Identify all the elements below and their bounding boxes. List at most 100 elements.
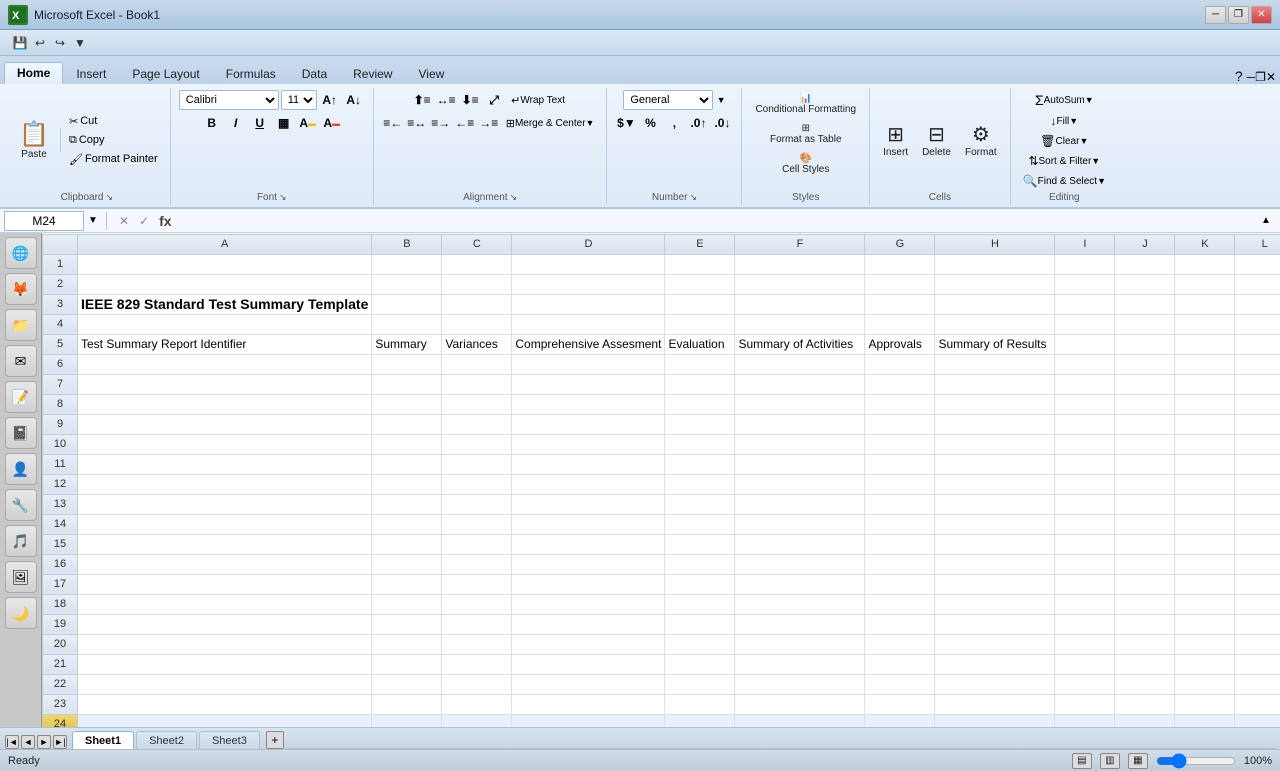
- cell-H19[interactable]: [935, 614, 1055, 634]
- cell-E6[interactable]: [665, 354, 735, 374]
- formula-bar-expand-button[interactable]: ▲: [1256, 211, 1276, 231]
- cell-C8[interactable]: [442, 394, 512, 414]
- cell-K24[interactable]: [1175, 714, 1235, 727]
- cell-G12[interactable]: [865, 474, 935, 494]
- cell-J10[interactable]: [1115, 434, 1175, 454]
- row-header-1[interactable]: 1: [43, 254, 78, 274]
- cell-A16[interactable]: [78, 554, 372, 574]
- cell-L10[interactable]: [1235, 434, 1280, 454]
- cell-K15[interactable]: [1175, 534, 1235, 554]
- align-middle-button[interactable]: ↔≡: [435, 90, 457, 110]
- tab-page-layout[interactable]: Page Layout: [119, 62, 212, 84]
- cell-E23[interactable]: [665, 694, 735, 714]
- row-header-16[interactable]: 16: [43, 554, 78, 574]
- cell-D13[interactable]: [512, 494, 665, 514]
- number-format-dropdown[interactable]: ▼: [717, 95, 726, 105]
- col-header-I[interactable]: I: [1055, 234, 1115, 254]
- cell-H14[interactable]: [935, 514, 1055, 534]
- col-header-A[interactable]: A: [78, 234, 372, 254]
- next-sheet-button[interactable]: ►: [37, 735, 51, 749]
- cell-C1[interactable]: [442, 254, 512, 274]
- cell-H2[interactable]: [935, 274, 1055, 294]
- cell-K18[interactable]: [1175, 594, 1235, 614]
- cell-H21[interactable]: [935, 654, 1055, 674]
- format-table-button[interactable]: ⊞ Format as Table: [765, 120, 847, 148]
- cell-B5[interactable]: Summary: [372, 334, 442, 354]
- cell-B13[interactable]: [372, 494, 442, 514]
- number-expand-icon[interactable]: ↘: [689, 192, 697, 203]
- cell-D22[interactable]: [512, 674, 665, 694]
- select-all-button[interactable]: [43, 234, 78, 254]
- cell-D24[interactable]: [512, 714, 665, 727]
- cell-L20[interactable]: [1235, 634, 1280, 654]
- cell-F19[interactable]: [735, 614, 865, 634]
- cell-B3[interactable]: [372, 294, 442, 314]
- clear-button[interactable]: 🗑 Clear ▼: [1036, 132, 1092, 150]
- col-header-E[interactable]: E: [665, 234, 735, 254]
- cell-A6[interactable]: [78, 354, 372, 374]
- cell-D23[interactable]: [512, 694, 665, 714]
- cell-G11[interactable]: [865, 454, 935, 474]
- cell-D19[interactable]: [512, 614, 665, 634]
- cell-E22[interactable]: [665, 674, 735, 694]
- cell-H23[interactable]: [935, 694, 1055, 714]
- cell-I22[interactable]: [1055, 674, 1115, 694]
- paste-button[interactable]: 📋 Paste: [12, 117, 56, 163]
- cell-I14[interactable]: [1055, 514, 1115, 534]
- cell-L11[interactable]: [1235, 454, 1280, 474]
- ribbon-restore-button[interactable]: ❐: [1255, 70, 1266, 84]
- cell-B23[interactable]: [372, 694, 442, 714]
- col-header-L[interactable]: L: [1235, 234, 1280, 254]
- cell-J2[interactable]: [1115, 274, 1175, 294]
- page-break-view-button[interactable]: ▦: [1128, 753, 1148, 769]
- cell-B14[interactable]: [372, 514, 442, 534]
- cell-F5[interactable]: Summary of Activities: [735, 334, 865, 354]
- cell-A17[interactable]: [78, 574, 372, 594]
- cell-I10[interactable]: [1055, 434, 1115, 454]
- cell-A22[interactable]: [78, 674, 372, 694]
- row-header-13[interactable]: 13: [43, 494, 78, 514]
- row-header-3[interactable]: 3: [43, 294, 78, 314]
- cell-styles-button[interactable]: 🎨 Cell Styles: [777, 150, 834, 178]
- italic-button[interactable]: I: [225, 113, 247, 133]
- cell-C24[interactable]: [442, 714, 512, 727]
- cell-H22[interactable]: [935, 674, 1055, 694]
- sheet-tab-2[interactable]: Sheet2: [136, 731, 197, 749]
- row-header-7[interactable]: 7: [43, 374, 78, 394]
- sort-dropdown[interactable]: ▼: [1091, 156, 1100, 166]
- cell-H15[interactable]: [935, 534, 1055, 554]
- cell-H18[interactable]: [935, 594, 1055, 614]
- cell-C11[interactable]: [442, 454, 512, 474]
- cell-I3[interactable]: [1055, 294, 1115, 314]
- cell-B18[interactable]: [372, 594, 442, 614]
- cell-K17[interactable]: [1175, 574, 1235, 594]
- font-name-select[interactable]: Calibri: [179, 90, 279, 110]
- cell-B15[interactable]: [372, 534, 442, 554]
- wrap-text-button[interactable]: ↵ Wrap Text: [507, 92, 569, 109]
- cell-L1[interactable]: [1235, 254, 1280, 274]
- row-header-21[interactable]: 21: [43, 654, 78, 674]
- cell-F22[interactable]: [735, 674, 865, 694]
- cell-G19[interactable]: [865, 614, 935, 634]
- font-size-select[interactable]: 11: [281, 90, 317, 110]
- cell-A12[interactable]: [78, 474, 372, 494]
- cell-B19[interactable]: [372, 614, 442, 634]
- cell-K6[interactable]: [1175, 354, 1235, 374]
- cell-C13[interactable]: [442, 494, 512, 514]
- cell-E7[interactable]: [665, 374, 735, 394]
- conditional-formatting-button[interactable]: 📊 Conditional Formatting: [750, 90, 861, 118]
- cell-J11[interactable]: [1115, 454, 1175, 474]
- add-sheet-button[interactable]: +: [266, 731, 284, 749]
- cell-F7[interactable]: [735, 374, 865, 394]
- format-button[interactable]: ⚙ Format: [960, 119, 1002, 161]
- cell-B4[interactable]: [372, 314, 442, 334]
- cell-G13[interactable]: [865, 494, 935, 514]
- dock-icon-10[interactable]: 🖼: [5, 561, 37, 593]
- col-header-J[interactable]: J: [1115, 234, 1175, 254]
- align-top-button[interactable]: ⬆≡: [411, 90, 433, 110]
- cell-D12[interactable]: [512, 474, 665, 494]
- cell-C2[interactable]: [442, 274, 512, 294]
- cell-E16[interactable]: [665, 554, 735, 574]
- cell-K5[interactable]: [1175, 334, 1235, 354]
- cell-C6[interactable]: [442, 354, 512, 374]
